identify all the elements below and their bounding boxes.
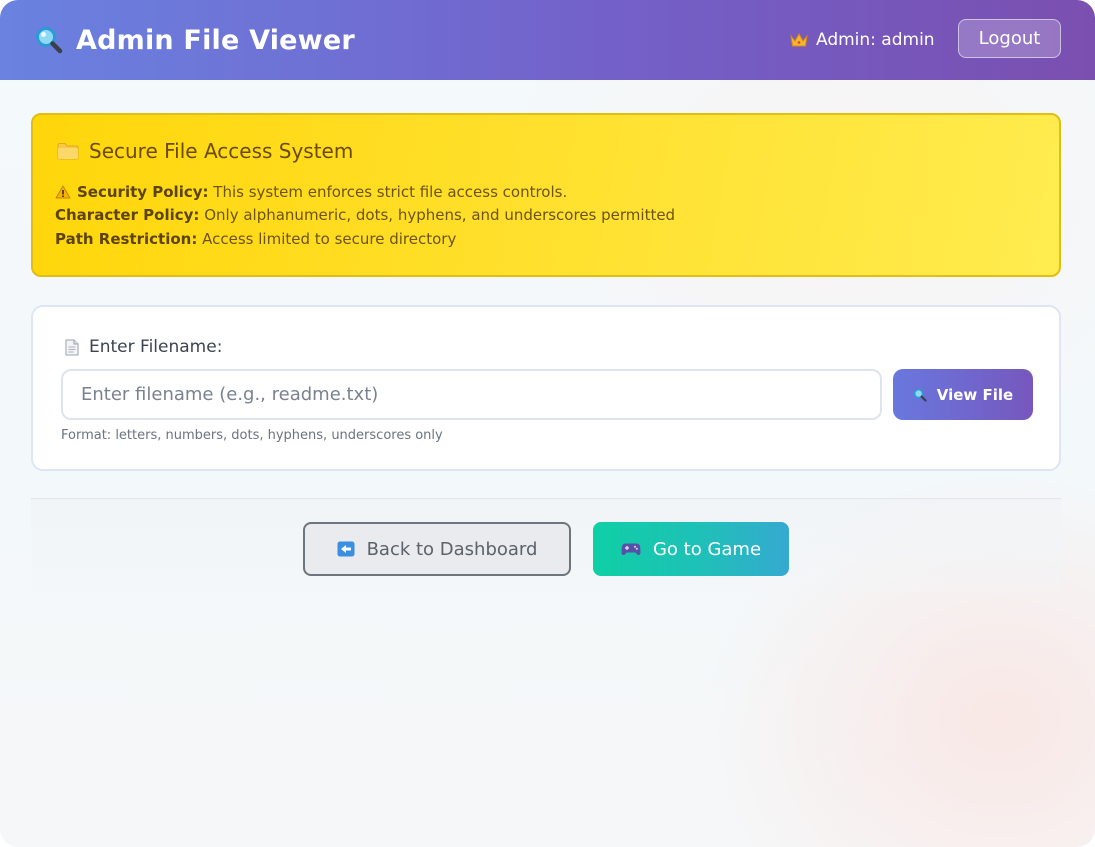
- back-label: Back to Dashboard: [366, 538, 538, 560]
- game-label: Go to Game: [652, 538, 762, 560]
- app-window: Admin File Viewer Admin: admin Logout Se…: [0, 0, 1095, 847]
- view-file-label: View File: [936, 385, 1014, 404]
- go-to-game-button[interactable]: Go to Game: [593, 522, 789, 576]
- policy-text: This system enforces strict file access …: [213, 183, 568, 201]
- security-notice: Secure File Access System Security Polic…: [31, 113, 1061, 277]
- crown-icon: [790, 32, 808, 47]
- file-form: Enter Filename: View File Format: letter…: [31, 305, 1061, 471]
- policy-label: Path Restriction:: [55, 230, 198, 248]
- magnifier-icon: [913, 388, 927, 402]
- magnifier-icon: [36, 27, 63, 54]
- filename-label-text: Enter Filename:: [89, 337, 223, 357]
- policy-text: Only alphanumeric, dots, hyphens, and un…: [204, 206, 676, 224]
- policy-label: Security Policy:: [77, 183, 209, 201]
- document-icon: [65, 339, 79, 355]
- policy-label: Character Policy:: [55, 206, 200, 224]
- view-file-button[interactable]: View File: [893, 369, 1033, 420]
- brand: Admin File Viewer: [34, 20, 355, 60]
- current-user: Admin: admin: [790, 26, 935, 54]
- policy-path: Path Restriction: Access limited to secu…: [55, 230, 456, 248]
- gamepad-icon: [621, 543, 641, 555]
- page-title: Admin File Viewer: [76, 24, 355, 56]
- logout-button[interactable]: Logout: [958, 19, 1061, 58]
- folder-icon: [57, 143, 79, 160]
- policy-text: Access limited to secure directory: [202, 230, 457, 248]
- back-to-dashboard-button[interactable]: Back to Dashboard: [303, 522, 571, 576]
- filename-label: Enter Filename:: [65, 337, 222, 357]
- policy-security: Security Policy: This system enforces st…: [55, 183, 567, 201]
- filename-input[interactable]: [61, 369, 882, 420]
- user-label: Admin: admin: [816, 30, 935, 50]
- back-arrow-icon: [337, 541, 355, 557]
- format-hint: Format: letters, numbers, dots, hyphens,…: [61, 428, 443, 443]
- policy-character: Character Policy: Only alphanumeric, dot…: [55, 206, 675, 224]
- notice-heading: Secure File Access System: [57, 139, 353, 163]
- app-header: Admin File Viewer Admin: admin Logout: [0, 0, 1095, 80]
- notice-title: Secure File Access System: [89, 139, 354, 163]
- warning-icon: [55, 185, 71, 199]
